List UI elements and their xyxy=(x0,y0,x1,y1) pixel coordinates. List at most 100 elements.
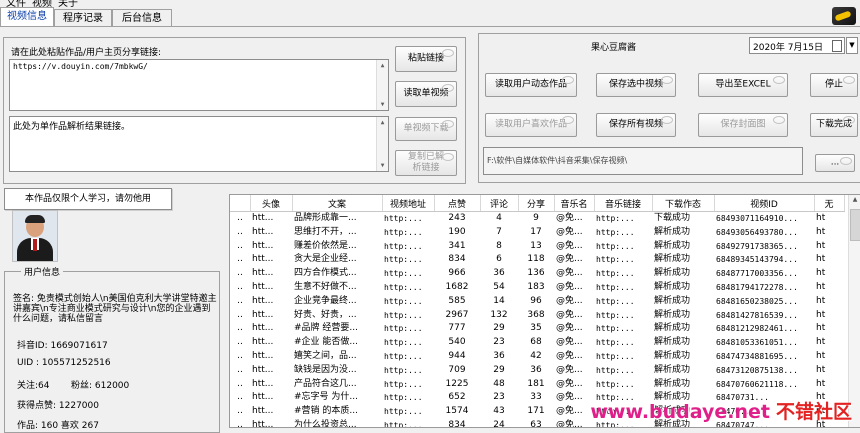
column-header-5[interactable]: 评论 xyxy=(480,195,519,212)
table-cell: http:... xyxy=(384,420,423,428)
table-cell: htt... xyxy=(252,350,274,361)
read-user-likes-button[interactable]: 读取用户喜欢作品 xyxy=(485,113,577,137)
table-cell: .. xyxy=(237,392,243,403)
table-cell: htt... xyxy=(252,337,274,348)
table-cell: @免... xyxy=(556,254,583,265)
table-cell: 777 xyxy=(448,323,466,334)
save-all-button[interactable]: 保存所有视频 xyxy=(596,113,676,137)
video-table: 头像 文案 视频地址 点赞 评论 分享 音乐名 音乐链接 下载作态 视频ID 无 .. htt... 品… xyxy=(229,194,860,428)
table-row[interactable]: .. htt... 好贵、好贵，... http:... 2967 132 368 @免...… xyxy=(230,309,844,323)
tab-backend-info[interactable]: 后台信息 xyxy=(112,9,172,27)
table-row[interactable]: .. htt... 赚差价依然是... http:... 341 8 13 @免... http… xyxy=(230,240,844,254)
table-cell: http:... xyxy=(384,365,423,375)
tab-program-log[interactable]: 程序记录 xyxy=(54,9,112,27)
table-cell: http:... xyxy=(384,214,423,223)
table-row[interactable]: .. htt... 贪大是企业经... http:... 834 6 118 @免... htt… xyxy=(230,253,844,267)
table-cell: 9 xyxy=(533,213,539,223)
read-single-video-button[interactable]: 读取单视频 xyxy=(395,81,457,107)
table-cell: 解析成功 xyxy=(654,254,691,265)
table-cell: @免... xyxy=(556,309,583,320)
table-cell: 解析成功 xyxy=(654,323,691,334)
table-cell: @免... xyxy=(556,350,583,361)
table-cell: .. xyxy=(237,281,243,292)
download-single-video-button[interactable]: 单视频下载 xyxy=(395,117,457,141)
table-cell: 54 xyxy=(493,281,505,292)
stop-button[interactable]: 停止 xyxy=(810,73,858,97)
table-row[interactable]: .. htt... #企业 能否做... http:... 540 23 68 @免... ht… xyxy=(230,336,844,350)
table-cell: 解析成功 xyxy=(654,309,691,320)
table-cell: 解析成功 xyxy=(654,240,691,251)
menu-about[interactable]: 关于 xyxy=(58,0,78,9)
link-input-scrollbar[interactable]: ▲ ▼ xyxy=(376,60,388,110)
table-cell: .. xyxy=(237,240,243,251)
tab-video-info[interactable]: 视频信息 xyxy=(0,7,54,27)
read-user-works-button[interactable]: 读取用户动态作品 xyxy=(485,73,577,97)
download-done-button[interactable]: 下载完成 xyxy=(810,113,858,137)
table-scrollbar[interactable]: ▲ xyxy=(848,195,860,427)
column-header-11[interactable]: 无 xyxy=(814,195,845,212)
table-cell: 贪大是企业经... xyxy=(294,254,357,265)
column-header-3[interactable]: 视频地址 xyxy=(382,195,435,212)
table-row[interactable]: .. htt... #品牌 经营要... http:... 777 29 35 @免... ht… xyxy=(230,322,844,336)
save-cover-button[interactable]: 保存封面图 xyxy=(698,113,788,137)
table-row[interactable]: .. htt... 四方合作模式... http:... 966 36 136 @免... ht… xyxy=(230,267,844,281)
table-cell: 23 xyxy=(493,337,505,348)
table-cell: htt... xyxy=(252,268,274,279)
column-header-8[interactable]: 音乐链接 xyxy=(594,195,653,212)
table-cell: ht xyxy=(816,226,826,237)
table-cell: @免... xyxy=(556,392,583,403)
table-cell: http:... xyxy=(384,379,423,389)
table-cell: 68481427816539... xyxy=(716,310,798,320)
table-cell: ht xyxy=(816,378,826,389)
table-cell: 181 xyxy=(527,378,545,389)
copy-parsed-link-button[interactable]: 复制已解析链接 xyxy=(395,150,457,176)
column-header-0[interactable] xyxy=(230,195,251,212)
table-cell: 解析成功 xyxy=(654,337,691,348)
save-path-field[interactable]: F:\软件\自媒体软件\抖音采集\保存视频\ xyxy=(483,147,803,175)
browse-path-button[interactable]: ... xyxy=(815,154,855,172)
table-row[interactable]: .. htt... 生意不好做不... http:... 1682 54 183 @免... h… xyxy=(230,281,844,295)
disclaimer-label: 本作品仅限个人学习，请勿他用 xyxy=(4,188,172,210)
paste-link-button[interactable]: 粘贴链接 xyxy=(395,46,457,72)
table-cell: http:... xyxy=(384,351,423,361)
parsed-result-box[interactable]: 此处为单作品解析结果链接。 ▲ ▼ xyxy=(9,116,389,172)
table-row[interactable]: .. htt... 思维打不开，... http:... 190 7 17 @免... http… xyxy=(230,226,844,240)
export-excel-button[interactable]: 导出至EXCEL xyxy=(698,73,788,97)
dropdown-arrow-icon[interactable]: ▼ xyxy=(846,37,858,54)
table-cell: @免... xyxy=(556,337,583,348)
table-cell: 68492791738365... xyxy=(716,241,798,251)
user-uid: UID : 105571252516 xyxy=(17,358,111,368)
column-header-9[interactable]: 下载作态 xyxy=(652,195,715,212)
column-header-7[interactable]: 音乐名 xyxy=(554,195,595,212)
table-cell: http:... xyxy=(596,282,635,292)
table-row[interactable]: .. htt... 品牌形成靠一... http:... 243 4 9 @免... http:… xyxy=(230,212,844,226)
save-selected-button[interactable]: 保存选中视频 xyxy=(596,73,676,97)
table-cell: 68474734881695... xyxy=(716,351,798,361)
table-row[interactable]: .. htt... 缺钱是因为没... http:... 709 29 36 @免... htt… xyxy=(230,364,844,378)
column-header-2[interactable]: 文案 xyxy=(292,195,383,212)
column-header-1[interactable]: 头像 xyxy=(250,195,293,212)
user-douyin-id: 抖音ID: 1669071617 xyxy=(17,341,108,351)
table-cell: 183 xyxy=(527,281,545,292)
table-cell: .. xyxy=(237,226,243,237)
watermark-url: www.budaye.net xyxy=(590,401,770,423)
table-cell: 17 xyxy=(530,226,542,237)
table-row[interactable]: .. htt... 企业竞争最终... http:... 585 14 96 @免... htt… xyxy=(230,295,844,309)
result-box-scrollbar[interactable]: ▲ ▼ xyxy=(376,117,388,171)
date-picker[interactable]: 2020年 7月15日 xyxy=(749,37,845,54)
column-header-10[interactable]: 视频ID xyxy=(714,195,815,212)
table-cell: .. xyxy=(237,364,243,375)
share-link-input[interactable]: https://v.douyin.com/7mbkwG/ ▲ ▼ xyxy=(9,59,389,111)
table-cell: htt... xyxy=(252,364,274,375)
table-row[interactable]: .. htt... 产品符合这几... http:... 1225 48 181 @免... h… xyxy=(230,378,844,392)
table-cell: 解析成功 xyxy=(654,268,691,279)
table-cell: ht xyxy=(816,268,826,279)
column-header-6[interactable]: 分享 xyxy=(518,195,555,212)
table-cell: 709 xyxy=(448,364,466,375)
table-cell: http:... xyxy=(384,227,423,237)
table-cell: 33 xyxy=(530,392,542,403)
column-header-4[interactable]: 点赞 xyxy=(434,195,481,212)
table-cell: ht xyxy=(816,364,826,375)
table-cell: 解析成功 xyxy=(654,295,691,306)
table-row[interactable]: .. htt... 嬉笑之间，品... http:... 944 36 42 @免... htt… xyxy=(230,350,844,364)
